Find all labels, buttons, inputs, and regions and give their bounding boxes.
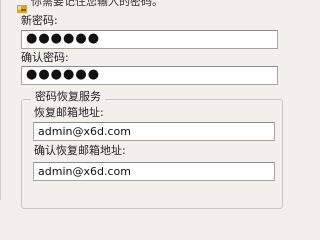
new-password-field[interactable]: ●●●●●● (21, 30, 278, 49)
recovery-email-label: 恢复邮箱地址: (34, 106, 104, 119)
confirm-password-label: 确认密码: (21, 51, 69, 64)
new-password-label: 新密码: (21, 14, 58, 27)
confirm-recovery-email-field[interactable]: admin@x6d.com (33, 162, 275, 181)
key-icon (17, 0, 27, 13)
password-dialog: 你需要记住您输入的密码。 新密码: ●●●●●● 确认密码: ●●●●●● 密码… (0, 0, 300, 209)
confirm-password-field[interactable]: ●●●●●● (21, 66, 278, 85)
info-message: 你需要记住您输入的密码。 (31, 0, 163, 8)
confirm-recovery-email-label: 确认恢复邮箱地址: (34, 144, 126, 157)
recovery-email-field[interactable]: admin@x6d.com (33, 122, 275, 141)
recovery-group-title: 密码恢复服务 (31, 91, 105, 103)
